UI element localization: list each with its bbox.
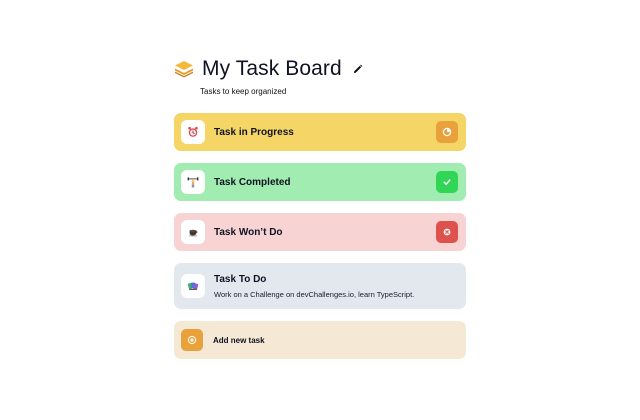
books-icon (181, 274, 205, 298)
coffee-cup-icon (181, 220, 205, 244)
page-title: My Task Board (202, 57, 342, 80)
task-text: Task Completed (214, 176, 436, 189)
task-item-completed[interactable]: Task Completed (174, 163, 466, 201)
pencil-icon[interactable] (352, 63, 364, 75)
close-icon (436, 221, 458, 243)
plus-icon (181, 329, 203, 351)
task-item-wont-do[interactable]: Task Won’t Do (174, 213, 466, 251)
stacked-layers-icon (174, 59, 194, 79)
page-subtitle: Tasks to keep organized (200, 87, 287, 96)
weightlifter-icon (181, 170, 205, 194)
task-description: Work on a Challenge on devChallenges.io,… (214, 289, 415, 299)
task-list: Task in Progress Task Completed Task Won… (174, 113, 466, 359)
add-new-task-button[interactable]: Add new task (174, 321, 466, 359)
task-text: Task Won’t Do (214, 226, 436, 239)
board-header: My Task Board (174, 52, 466, 86)
task-item-in-progress[interactable]: Task in Progress (174, 113, 466, 151)
task-board: My Task Board Tasks to keep organized Ta… (174, 52, 466, 359)
task-item-to-do[interactable]: Task To Do Work on a Challenge on devCha… (174, 263, 466, 309)
hourglass-icon (436, 121, 458, 143)
task-title: Task Completed (214, 176, 291, 188)
task-title: Task Won’t Do (214, 226, 283, 238)
task-text: Task To Do Work on a Challenge on devCha… (214, 273, 458, 300)
alarm-clock-icon (181, 120, 205, 144)
task-title: Task To Do (214, 273, 267, 285)
task-text: Task in Progress (214, 126, 436, 139)
add-new-task-label: Add new task (213, 335, 265, 345)
check-icon (436, 171, 458, 193)
task-title: Task in Progress (214, 126, 294, 138)
